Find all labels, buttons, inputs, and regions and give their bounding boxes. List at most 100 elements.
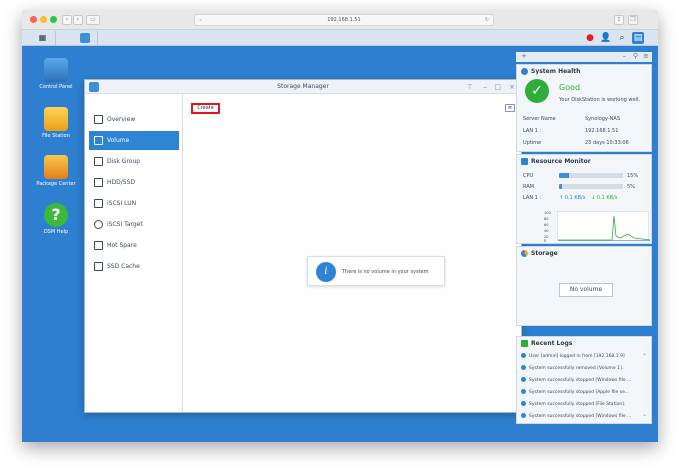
sidebar-item-label: HDD/SSD <box>107 179 136 186</box>
scroll-down-icon[interactable]: ⌄ <box>642 411 647 418</box>
ram-label: RAM <box>523 184 535 190</box>
help-icon: ? <box>44 203 68 227</box>
recent-logs-widget: Recent Logs User [admin] logged in from … <box>516 336 652 424</box>
sidebar-item-iscsi-lun[interactable]: iSCSI LUN <box>89 194 179 213</box>
sidebar-item-label: Overview <box>107 116 136 123</box>
hot-spare-icon <box>94 241 103 250</box>
minimize-window-button[interactable] <box>40 16 47 23</box>
reload-icon[interactable]: ↻ <box>485 15 489 25</box>
back-icon[interactable]: ‹ <box>62 15 72 25</box>
log-info-icon <box>521 353 526 358</box>
minimize-icon[interactable]: – <box>484 80 488 94</box>
scroll-up-icon[interactable]: ⌃ <box>642 353 647 360</box>
log-item: System successfully stopped [Windows fil… <box>521 377 647 383</box>
log-item: System successfully stopped [File Statio… <box>521 401 647 407</box>
sidebar-item-hdd-ssd[interactable]: HDD/SSD <box>89 173 179 192</box>
window-titlebar[interactable]: Storage Manager ⊤ – □ × <box>85 80 521 94</box>
log-item: System successfully stopped [Apple file … <box>521 389 647 395</box>
storage-manager-icon <box>89 82 99 92</box>
desktop-icon-dsm-help[interactable]: ? DSM Help <box>31 203 81 235</box>
chart-tick: 60 <box>544 223 549 227</box>
lan-download-value: ↓ 0.1 KB/s <box>591 195 618 201</box>
logs-icon <box>521 340 528 347</box>
server-name-value: Synology-NAS <box>585 116 620 122</box>
sidebar-item-hot-spare[interactable]: Hot Spare <box>89 236 179 255</box>
browser-chrome: ‹ › ▭ ≡ 192.168.1.51 ↻ ⇪ ❐ <box>22 10 658 30</box>
system-health-widget: System Health ✓ Good Your DiskStation is… <box>516 64 652 152</box>
add-widget-icon[interactable]: + <box>521 52 527 60</box>
lan-monitor-label: LAN 1 : <box>523 195 542 201</box>
forward-icon[interactable]: › <box>73 15 83 25</box>
reader-icon: ≡ <box>199 17 203 22</box>
close-icon[interactable]: × <box>509 80 515 94</box>
resource-monitor-title: Resource Monitor <box>521 158 591 165</box>
sidebar-item-label: Hot Spare <box>107 242 137 249</box>
log-item: System successfully removed [Volume 1]. <box>521 365 647 371</box>
widgets-icon[interactable]: ▤ <box>632 32 644 44</box>
upload-line <box>558 215 651 241</box>
sidebar-toggle-icon[interactable]: ▭ <box>86 15 100 25</box>
collapse-icon[interactable]: – <box>623 52 627 60</box>
lan-upload-value: ↑ 0.1 KB/s <box>559 195 586 201</box>
ram-value: 5% <box>627 184 635 190</box>
desktop-icon-label: DSM Help <box>43 229 69 235</box>
health-status: Good <box>559 83 581 92</box>
cpu-label: CPU <box>523 173 534 179</box>
sidebar-item-ssd-cache[interactable]: SSD Cache <box>89 257 179 276</box>
sidebar-item-label: Disk Group <box>107 158 141 165</box>
volume-icon <box>94 136 103 145</box>
search-icon[interactable]: ⌕ <box>616 32 628 44</box>
desktop-icon-control-panel[interactable]: Control Panel <box>31 58 81 90</box>
storage-pie-icon <box>521 250 528 257</box>
log-item: User [admin] logged in from [192.168.1.9… <box>521 353 647 359</box>
create-button[interactable]: Create <box>191 103 220 114</box>
network-chart: 100 80 60 40 20 0 <box>544 211 651 243</box>
iscsi-lun-icon <box>94 199 103 208</box>
system-health-title: System Health <box>521 68 580 75</box>
taskbar-storage-manager[interactable] <box>72 31 98 45</box>
empty-message-text: There is no volume in your system <box>342 269 429 275</box>
network-chart-lines <box>558 215 651 241</box>
empty-state-message: i There is no volume in your system <box>307 256 445 286</box>
storage-widget: Storage No volume <box>516 246 652 326</box>
view-toggle-icon[interactable]: ≣ <box>505 104 515 112</box>
dsm-taskbar: ▦ ● 👤 ⌕ ▤ <box>22 30 658 46</box>
desktop-icon-label: Control Panel <box>39 84 73 90</box>
window-title: Storage Manager <box>277 83 329 90</box>
user-icon[interactable]: 👤 <box>600 32 612 44</box>
desktop-icon-package-center[interactable]: Package Center <box>31 155 81 187</box>
pin-widgets-icon[interactable]: ⚲ <box>633 52 638 60</box>
log-info-icon <box>521 413 526 418</box>
desktop-icon-label: Package Center <box>36 181 76 187</box>
desktop-icon-file-station[interactable]: File Station <box>31 107 81 139</box>
lan-value: 192.168.1.51 <box>585 128 619 134</box>
resource-monitor-widget: Resource Monitor CPU 15% RAM 5% LAN 1 : … <box>516 154 652 244</box>
chart-tick: 0 <box>544 239 547 243</box>
sidebar-item-disk-group[interactable]: Disk Group <box>89 152 179 171</box>
ssd-cache-icon <box>94 262 103 271</box>
hdd-icon <box>94 178 103 187</box>
control-panel-icon <box>44 58 68 82</box>
no-volume-button[interactable]: No volume <box>559 283 613 297</box>
globe-icon <box>94 220 103 229</box>
widgets-panel: + – ⚲ ≡ System Health ✓ Good Your DiskSt… <box>516 52 652 424</box>
sidebar-item-iscsi-target[interactable]: iSCSI Target <box>89 215 179 234</box>
notification-icon[interactable]: ● <box>584 32 596 44</box>
close-window-button[interactable] <box>30 16 37 23</box>
uptime-label: Uptime <box>523 140 542 146</box>
share-icon[interactable]: ⇪ <box>614 15 624 25</box>
sidebar-item-volume[interactable]: Volume <box>89 131 179 150</box>
cpu-value: 15% <box>627 173 639 179</box>
widget-menu-icon[interactable]: ≡ <box>643 52 649 60</box>
maximize-icon[interactable]: □ <box>494 80 501 94</box>
pin-icon[interactable]: ⊤ <box>467 80 473 94</box>
chart-tick: 80 <box>544 217 549 221</box>
zoom-window-button[interactable] <box>50 16 57 23</box>
folder-icon <box>44 107 68 131</box>
sidebar-item-overview[interactable]: Overview <box>89 110 179 129</box>
address-bar[interactable]: ≡ 192.168.1.51 ↻ <box>194 14 494 26</box>
tabs-icon[interactable]: ❐ <box>628 15 638 25</box>
main-menu-button[interactable]: ▦ <box>30 31 56 45</box>
check-icon: ✓ <box>525 79 549 103</box>
sidebar-item-label: Volume <box>107 137 130 144</box>
